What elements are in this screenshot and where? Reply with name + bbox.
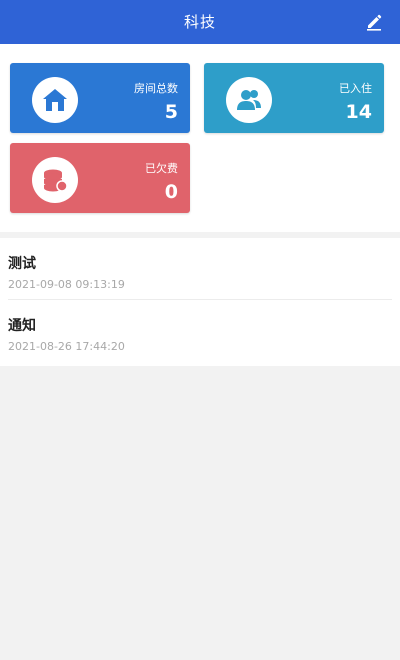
arrears-card[interactable]: 已欠费 0 <box>10 143 190 213</box>
notice-list: 测试 2021-09-08 09:13:19 通知 2021-08-26 17:… <box>0 238 400 366</box>
coins-icon <box>44 169 68 192</box>
users-icon <box>237 90 261 110</box>
list-item[interactable]: 通知 2021-08-26 17:44:20 <box>0 300 400 360</box>
top-bar: 科技 <box>0 0 400 44</box>
notice-time: 2021-09-08 09:13:19 <box>8 278 125 291</box>
page-title: 科技 <box>183 13 216 31</box>
list-item[interactable]: 测试 2021-09-08 09:13:19 <box>0 238 400 298</box>
stats-panel: 房间总数 5 已入住 14 已欠费 0 <box>0 44 400 232</box>
app-screen: 科技 房间总数 5 已入住 14 已欠费 0 测试 2021-09-08 09:… <box>0 0 400 660</box>
stat-value: 0 <box>164 181 178 203</box>
home-icon-badge <box>32 77 78 123</box>
coins-icon-badge <box>32 157 78 203</box>
stat-label: 已入住 <box>339 82 372 95</box>
users-icon-badge <box>226 77 272 123</box>
edit-icon <box>367 14 382 31</box>
notice-title: 通知 <box>8 318 36 334</box>
stat-value: 14 <box>345 101 372 123</box>
notice-time: 2021-08-26 17:44:20 <box>8 340 125 353</box>
stat-value: 5 <box>164 101 178 123</box>
checked-in-card[interactable]: 已入住 14 <box>204 63 384 133</box>
total-rooms-card[interactable]: 房间总数 5 <box>10 63 190 133</box>
stat-label: 已欠费 <box>145 162 178 175</box>
notice-title: 测试 <box>8 256 36 272</box>
stat-label: 房间总数 <box>134 82 178 95</box>
edit-button[interactable] <box>362 10 386 34</box>
home-icon <box>43 89 67 111</box>
